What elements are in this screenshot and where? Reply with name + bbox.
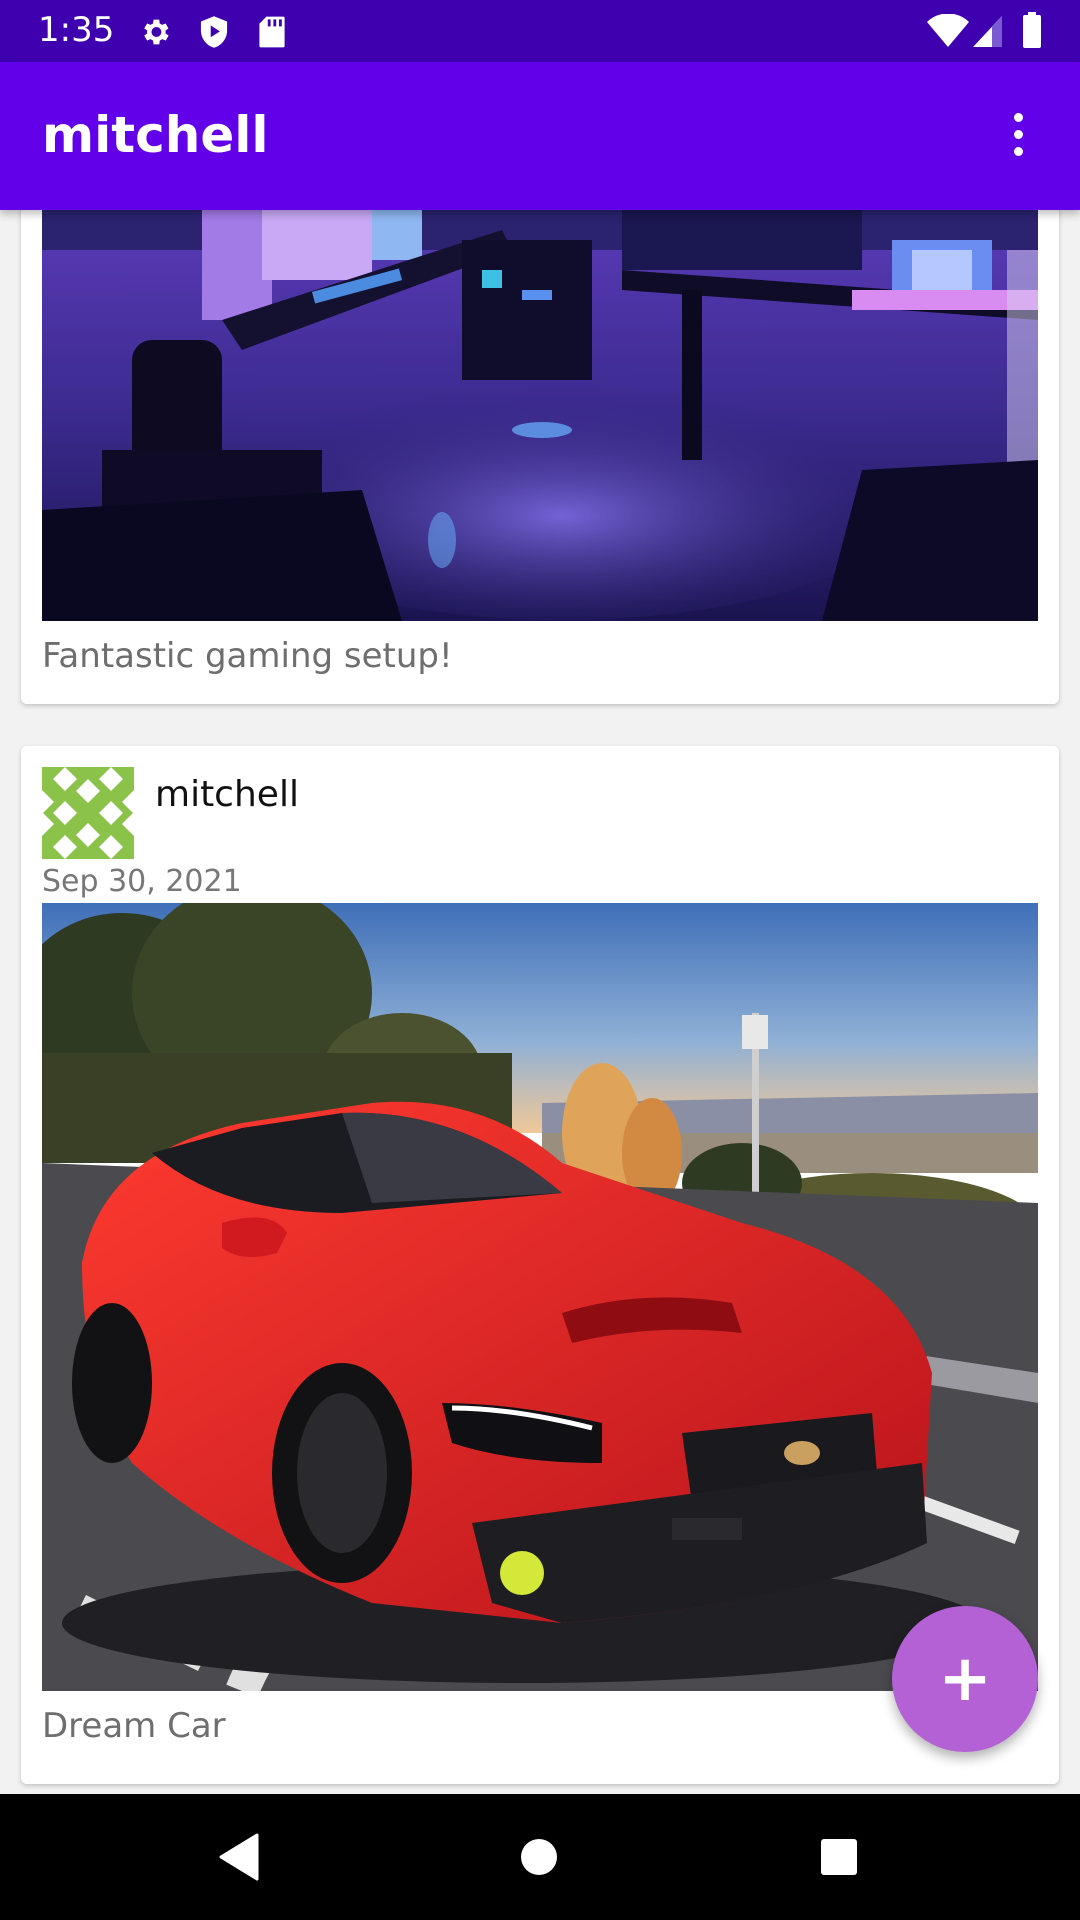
post-caption: Fantastic gaming setup!	[42, 636, 453, 676]
cellular-icon	[973, 16, 1002, 47]
recents-button[interactable]	[806, 1824, 872, 1890]
battery-icon	[1023, 12, 1041, 48]
add-icon: +	[938, 1642, 992, 1716]
more-options-button[interactable]	[986, 102, 1050, 166]
settings-icon	[144, 19, 169, 45]
post-date: Sep 30, 2021	[42, 864, 242, 899]
app-bar: mitchell	[0, 62, 1080, 210]
avatar[interactable]	[42, 767, 134, 859]
sd-card-icon	[259, 16, 285, 48]
post-card[interactable]: Fantastic gaming setup!	[21, 210, 1059, 704]
post-feed[interactable]: Fantastic gaming setup! mitchell Sep 30,…	[0, 210, 1080, 1794]
gaming-setup-image	[42, 210, 1038, 621]
add-post-button[interactable]: +	[892, 1606, 1038, 1752]
red-car-image	[42, 903, 1038, 1691]
system-nav-bar	[0, 1794, 1080, 1920]
back-button[interactable]	[206, 1824, 272, 1890]
post-author-name[interactable]: mitchell	[155, 774, 299, 815]
home-button[interactable]	[506, 1824, 572, 1890]
status-time: 1:35	[38, 10, 115, 50]
back-icon	[219, 1833, 259, 1881]
more-vert-icon	[1013, 112, 1023, 122]
app-title: mitchell	[42, 106, 269, 164]
wifi-icon	[927, 14, 969, 47]
home-icon	[521, 1839, 557, 1875]
post-image[interactable]	[42, 210, 1038, 621]
shield-play-icon	[200, 16, 228, 48]
post-card[interactable]: mitchell Sep 30, 2021 Dream Car	[21, 746, 1059, 1784]
recents-icon	[821, 1839, 857, 1875]
status-bar: 1:35	[0, 0, 1080, 62]
post-image[interactable]	[42, 903, 1038, 1691]
post-caption: Dream Car	[42, 1706, 226, 1746]
